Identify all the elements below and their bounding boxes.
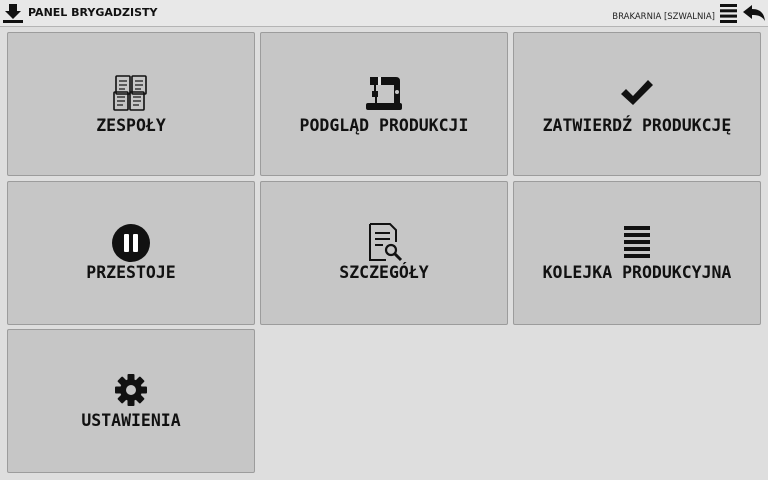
- top-bar: PANEL BRYGADZISTY BRAKARNIA [SZWALNIA]: [0, 0, 768, 27]
- tile-teams[interactable]: ZESPOŁY: [7, 32, 255, 176]
- tile-approve-production[interactable]: ZATWIERDŹ PRODUKCJĘ: [513, 32, 761, 176]
- station-label: BRAKARNIA [SZWALNIA]: [612, 12, 715, 22]
- gear-icon: [115, 374, 147, 406]
- sewing-machine-icon: [366, 77, 402, 110]
- tile-production-preview[interactable]: PODGLĄD PRODUKCJI: [260, 32, 508, 176]
- checkmark-icon: [621, 80, 653, 105]
- back-arrow-icon[interactable]: [742, 4, 766, 23]
- tile-downtimes[interactable]: PRZESTOJE: [7, 181, 255, 325]
- tile-details[interactable]: SZCZEGÓŁY: [260, 181, 508, 325]
- tile-label: KOLEJKA PRODUKCYJNA: [542, 263, 732, 282]
- document-search-icon: [369, 223, 403, 262]
- pause-icon: [112, 224, 150, 262]
- tile-settings[interactable]: USTAWIENIA: [7, 329, 255, 473]
- tile-label: SZCZEGÓŁY: [339, 263, 429, 282]
- tile-label: ZATWIERDŹ PRODUKCJĘ: [542, 116, 732, 135]
- tile-label: PRZESTOJE: [86, 263, 176, 282]
- tile-production-queue[interactable]: KOLEJKA PRODUKCYJNA: [513, 181, 761, 325]
- tile-label: USTAWIENIA: [81, 411, 181, 430]
- teams-icon: [113, 75, 147, 111]
- panel-title: PANEL BRYGADZISTY: [28, 6, 158, 19]
- tile-label: ZESPOŁY: [96, 116, 166, 135]
- tile-label: PODGLĄD PRODUKCJI: [299, 116, 469, 135]
- menu-icon[interactable]: [719, 3, 738, 24]
- download-icon[interactable]: [2, 2, 24, 24]
- queue-list-icon: [624, 226, 650, 258]
